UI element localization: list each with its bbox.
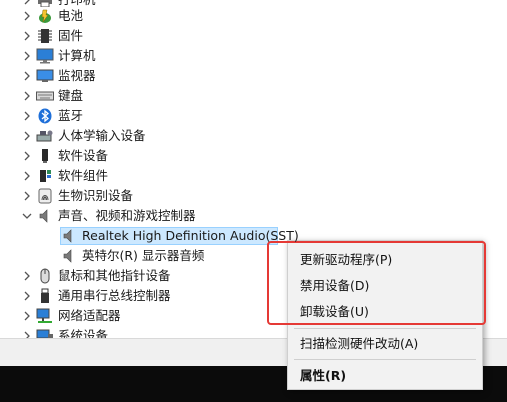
tree-item-label: 鼠标和其他指针设备 [58, 268, 171, 283]
chevron-right-icon[interactable] [20, 266, 34, 286]
tree-item-software-component[interactable]: 软件组件 [20, 166, 108, 186]
usb-icon [36, 287, 54, 305]
tree-item-intel-display-audio[interactable]: 英特尔(R) 显示器音频 [40, 246, 204, 266]
firmware-icon [36, 27, 54, 45]
tree-item-mouse[interactable]: 鼠标和其他指针设备 [20, 266, 171, 286]
fingerprint-icon [36, 187, 54, 205]
speaker-icon [36, 207, 54, 225]
software-component-icon [36, 167, 54, 185]
menu-item-scan-hardware[interactable]: 扫描检测硬件改动(A) [288, 329, 482, 355]
chevron-down-icon[interactable] [20, 206, 34, 226]
chevron-right-icon[interactable] [20, 166, 34, 186]
chevron-right-icon[interactable] [20, 126, 34, 146]
monitor-icon [36, 67, 54, 85]
menu-item-uninstall-device[interactable]: 卸载设备(U) [288, 297, 482, 323]
network-icon [36, 307, 54, 325]
tree-item-sound-video-game[interactable]: 声音、视频和游戏控制器 [20, 206, 196, 226]
tree-item-label: 系统设备 [58, 328, 109, 338]
tree-item-label: 声音、视频和游戏控制器 [58, 208, 196, 223]
tree-item-label: 蓝牙 [58, 108, 84, 123]
tree-item-usb[interactable]: 通用串行总线控制器 [20, 286, 171, 306]
tree-item-label: 英特尔(R) 显示器音频 [82, 248, 205, 263]
computer-icon [36, 47, 54, 65]
tree-item-label: 通用串行总线控制器 [58, 288, 171, 303]
tree-item-label: 软件设备 [58, 148, 109, 163]
chevron-right-icon[interactable] [20, 186, 34, 206]
battery-icon [36, 7, 54, 25]
chevron-right-icon[interactable] [20, 146, 34, 166]
menu-item-update-driver[interactable]: 更新驱动程序(P) [288, 245, 482, 271]
tree-item-label: 固件 [58, 28, 84, 43]
tree-item-label: 键盘 [58, 88, 84, 103]
menu-item-properties[interactable]: 属性(R) [288, 361, 482, 387]
menu-separator [294, 359, 476, 360]
tree-item-label: 软件组件 [58, 168, 109, 183]
chevron-right-icon[interactable] [20, 66, 34, 86]
tree-item-biometric[interactable]: 生物识别设备 [20, 186, 133, 206]
tree-item-bluetooth[interactable]: 蓝牙 [20, 106, 83, 126]
context-menu: 更新驱动程序(P) 禁用设备(D) 卸载设备(U) 扫描检测硬件改动(A) 属性… [287, 240, 483, 390]
tree-item-label: 生物识别设备 [58, 188, 134, 203]
tree-item-label: Realtek High Definition Audio(SST) [82, 228, 299, 243]
chevron-right-icon[interactable] [20, 326, 34, 338]
chevron-right-icon[interactable] [20, 106, 34, 126]
chevron-right-icon[interactable] [20, 306, 34, 326]
system-device-icon [36, 327, 54, 338]
chevron-right-icon[interactable] [20, 26, 34, 46]
tree-item-label: 人体学输入设备 [58, 128, 146, 143]
tree-item-label: 计算机 [58, 48, 96, 63]
bluetooth-icon [36, 107, 54, 125]
speaker-icon [60, 247, 78, 265]
tree-item-realtek-audio[interactable]: Realtek High Definition Audio(SST) [40, 226, 310, 246]
tree-item-network[interactable]: 网络适配器 [20, 306, 121, 326]
menu-item-disable-device[interactable]: 禁用设备(D) [288, 271, 482, 297]
tree-item-computer[interactable]: 计算机 [20, 46, 96, 66]
hid-icon [36, 127, 54, 145]
chevron-right-icon[interactable] [20, 286, 34, 306]
chevron-right-icon[interactable] [20, 46, 34, 66]
tree-item-system-devices[interactable]: 系统设备 [20, 326, 108, 338]
keyboard-icon [36, 87, 54, 105]
tree-item-label: 电池 [58, 8, 84, 23]
tree-item-software-device[interactable]: 软件设备 [20, 146, 108, 166]
tree-item-label: 监视器 [58, 68, 96, 83]
tree-item-label: 网络适配器 [58, 308, 121, 323]
speaker-icon [60, 227, 78, 245]
mouse-icon [36, 267, 54, 285]
chevron-right-icon[interactable] [20, 6, 34, 26]
tree-item-keyboard[interactable]: 键盘 [20, 86, 83, 106]
tree-item-monitor[interactable]: 监视器 [20, 66, 96, 86]
chevron-right-icon[interactable] [20, 86, 34, 106]
software-device-icon [36, 147, 54, 165]
tree-item-battery[interactable]: 电池 [20, 6, 83, 26]
tree-item-firmware[interactable]: 固件 [20, 26, 83, 46]
tree-item-hid[interactable]: 人体学输入设备 [20, 126, 146, 146]
